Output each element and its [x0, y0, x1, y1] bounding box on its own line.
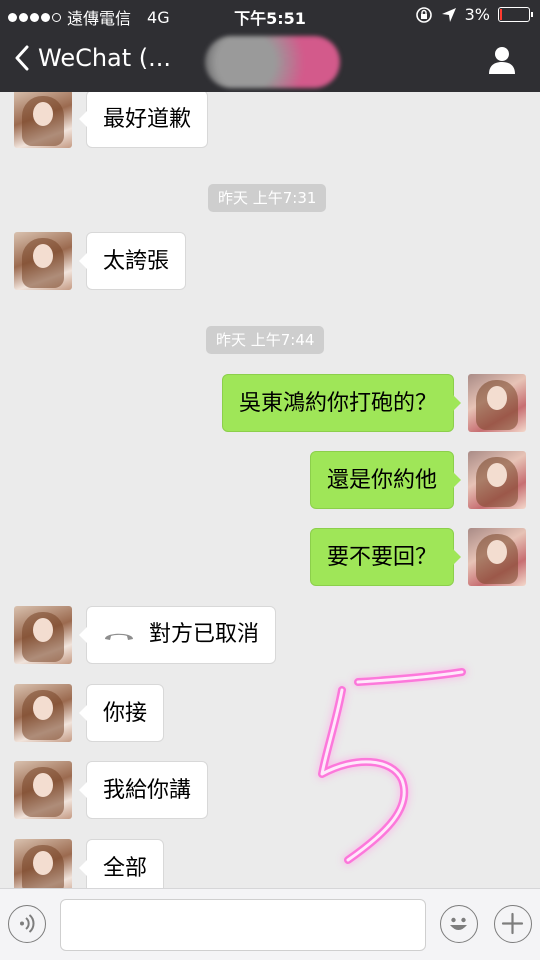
contact-avatar[interactable]	[14, 92, 72, 148]
my-avatar[interactable]	[468, 528, 526, 586]
my-avatar[interactable]	[468, 374, 526, 432]
back-button[interactable]: WeChat (...	[14, 44, 171, 72]
chat-area[interactable]: 最好道歉 昨天 上午7:31 太誇張 昨天 上午7:44 吳東鴻約你打砲的？ 還…	[0, 92, 540, 888]
my-avatar[interactable]	[468, 451, 526, 509]
contact-avatar[interactable]	[14, 606, 72, 664]
contact-avatar[interactable]	[14, 232, 72, 290]
voice-icon	[20, 914, 35, 933]
plus-icon	[501, 912, 524, 935]
incoming-message[interactable]: 你接	[78, 684, 165, 742]
incoming-message[interactable]: 太誇張	[78, 232, 187, 290]
contact-avatar[interactable]	[14, 761, 72, 819]
timestamp-label: 昨天 上午7:31	[208, 184, 327, 212]
call-status-text: 對方已取消	[149, 622, 260, 647]
status-bar: 遠傳電信 4G 下午5:51 3%	[0, 0, 540, 30]
handwritten-scribble-overlay	[318, 668, 466, 864]
timestamp-label: 昨天 上午7:44	[206, 326, 325, 354]
phone-hangup-icon	[105, 633, 133, 640]
incoming-message[interactable]: 全部	[78, 839, 165, 888]
message-input[interactable]	[60, 899, 426, 951]
battery-percent: 3%	[464, 5, 490, 24]
nav-bar: WeChat (...	[0, 30, 540, 92]
contact-avatar[interactable]	[14, 839, 72, 888]
smiley-icon	[450, 917, 467, 930]
top-bar: 遠傳電信 4G 下午5:51 3% WeChat (...	[0, 0, 540, 92]
incoming-message[interactable]: 最好道歉	[78, 92, 209, 148]
call-cancelled-message[interactable]: 對方已取消	[78, 606, 277, 664]
status-right: 3%	[415, 5, 533, 24]
emoji-button[interactable]	[440, 905, 478, 943]
outgoing-message[interactable]: 要不要回？	[309, 528, 462, 586]
input-bar	[0, 888, 540, 960]
contact-avatar[interactable]	[14, 684, 72, 742]
voice-button[interactable]	[8, 905, 46, 943]
chevron-left-icon	[15, 45, 29, 71]
outgoing-message[interactable]: 吳東鴻約你打砲的？	[221, 374, 462, 432]
battery-level	[500, 9, 502, 20]
back-label: WeChat (...	[38, 44, 172, 72]
location-arrow-icon	[441, 7, 456, 22]
more-options-button[interactable]	[494, 905, 532, 943]
rotation-lock-icon	[415, 6, 432, 23]
incoming-message[interactable]: 我給你講	[78, 761, 209, 819]
outgoing-message[interactable]: 還是你約他	[309, 451, 462, 509]
redacted-chat-title	[205, 36, 340, 88]
battery-icon	[498, 7, 533, 22]
person-icon[interactable]	[486, 44, 518, 76]
